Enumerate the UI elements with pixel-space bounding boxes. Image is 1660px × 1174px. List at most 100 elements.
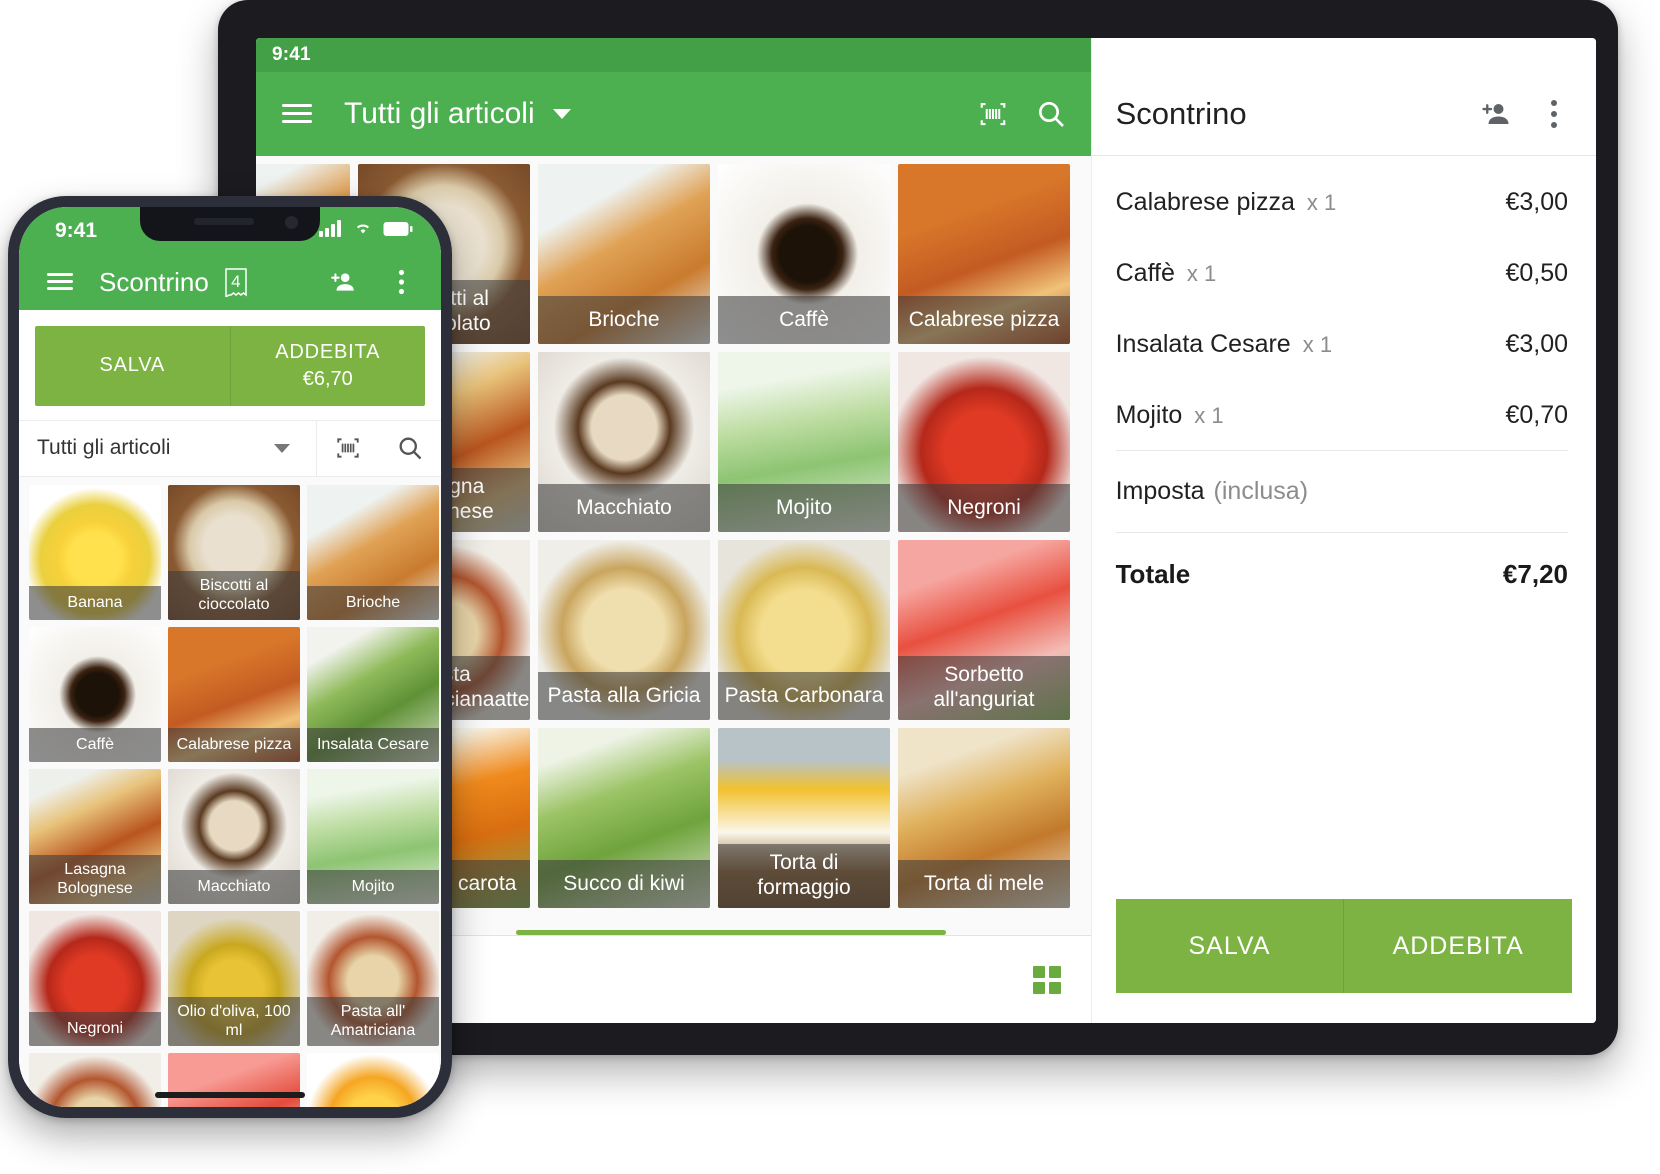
catalog-item[interactable]: Pasta Carbonara: [718, 540, 890, 720]
phone-item[interactable]: Pasta all' Amatriciana: [307, 910, 439, 1046]
phone-item-label: Calabrese pizza: [168, 727, 300, 762]
catalog-item[interactable]: Pasta alla Gricia: [538, 540, 710, 720]
catalog-item[interactable]: Torta di mele: [898, 728, 1070, 908]
tax-note: (inclusa): [1213, 477, 1309, 505]
search-icon[interactable]: [379, 434, 441, 462]
phone-item[interactable]: Insalata Cesare: [307, 626, 439, 762]
charge-label: ADDEBITA: [275, 340, 381, 363]
receipt-pane: Scontrino Calabrese pizza x 1 €3,00 Caff…: [1090, 38, 1596, 1023]
save-label: SALVA: [99, 354, 165, 377]
phone-item-label: Biscotti al cioccolato: [168, 570, 300, 620]
hamburger-menu-icon[interactable]: [282, 104, 312, 124]
save-button[interactable]: SALVA: [1115, 899, 1344, 993]
catalog-item[interactable]: Brioche: [538, 164, 710, 344]
catalog-item[interactable]: Succo di kiwi: [538, 728, 710, 908]
battery-icon: [1544, 44, 1578, 67]
category-filter[interactable]: Tutti gli articoli: [19, 436, 274, 460]
receipt-rows: Calabrese pizza x 1 €3,00 Caffè x 1 €0,50 Insa…: [1116, 166, 1568, 450]
phone-notch: [140, 207, 320, 241]
phone-item[interactable]: [168, 1052, 300, 1107]
phone-item[interactable]: Mojito: [307, 768, 439, 904]
phone-item[interactable]: Brioche: [307, 484, 439, 620]
chevron-down-icon[interactable]: [552, 109, 571, 119]
charge-button[interactable]: ADDEBITA: [1344, 899, 1573, 993]
save-button[interactable]: SALVA: [35, 325, 230, 406]
phone-title: Scontrino: [99, 266, 209, 297]
total-amount: €7,20: [1502, 559, 1568, 589]
barcode-scan-icon[interactable]: [971, 92, 1015, 136]
phone-status-icons: [319, 219, 413, 243]
phone-item[interactable]: Negroni: [29, 910, 161, 1046]
charge-button[interactable]: ADDEBITA €6,70: [230, 325, 425, 406]
receipt-item-name: Mojito: [1115, 401, 1183, 429]
tax-label: Imposta: [1115, 477, 1205, 505]
catalog-item[interactable]: Negroni: [898, 352, 1070, 532]
phone-filter-bar: Tutti gli articoli: [19, 419, 441, 477]
receipt-item-qty: x 1: [1306, 190, 1337, 215]
tablet-status-time: 9:41: [272, 44, 311, 65]
phone-device: 9:41 Scontrino 4 SALVA ADDEBITA €6,70 Tu…: [8, 196, 452, 1118]
catalog-item-label: Pasta Carbonara: [718, 672, 890, 720]
phone-item[interactable]: Calabrese pizza: [168, 626, 300, 762]
receipt-item-row[interactable]: Mojito x 1 €0,70: [1116, 379, 1568, 450]
receipt-actions: SALVA ADDEBITA: [1092, 899, 1596, 1023]
phone-item[interactable]: Biscotti al cioccolato: [168, 484, 300, 620]
catalog-item[interactable]: Caffè: [718, 164, 890, 344]
catalog-item-label: Caffè: [718, 296, 890, 344]
person-add-icon[interactable]: [321, 260, 365, 304]
receipt-item-row[interactable]: Caffè x 1 €0,50: [1116, 237, 1568, 308]
grid-layout-icon[interactable]: [1032, 965, 1061, 994]
receipt-line-items: Calabrese pizza x 1 €3,00 Caffè x 1 €0,50 Insa…: [1092, 156, 1596, 899]
phone-item[interactable]: Banana: [29, 484, 161, 620]
phone-item[interactable]: Macchiato: [168, 768, 300, 904]
catalog-item-label: Brioche: [538, 296, 710, 344]
catalog-item[interactable]: Torta di formaggio: [718, 728, 890, 908]
phone-item[interactable]: Lasagna Bolognese: [29, 768, 161, 904]
chevron-down-icon[interactable]: [274, 443, 290, 453]
catalog-item[interactable]: Calabrese pizza: [898, 164, 1070, 344]
item-thumbnail: [29, 1052, 161, 1107]
phone-action-bar: SALVA ADDEBITA €6,70: [19, 309, 441, 420]
battery-icon: [383, 219, 413, 243]
catalog-item-label: Negroni: [898, 484, 1070, 532]
charge-amount: €6,70: [302, 367, 353, 390]
receipt-item-row[interactable]: Insalata Cesare x 1 €3,00: [1116, 308, 1568, 379]
catalog-item[interactable]: Sorbetto all'anguriat: [898, 540, 1070, 720]
phone-item[interactable]: [307, 1052, 439, 1107]
phone-item-label: Olio d'oliva, 100 ml: [168, 996, 300, 1046]
receipt-item-amount: €3,00: [1505, 330, 1568, 358]
phone-grid-wrapper[interactable]: Banana Biscotti al cioccolato Brioche Caffè…: [19, 476, 441, 1107]
catalog-item[interactable]: Macchiato: [538, 352, 710, 532]
phone-item[interactable]: Olio d'oliva, 100 ml: [168, 910, 300, 1046]
catalog-item-label: Calabrese pizza: [898, 296, 1070, 344]
receipt-item-qty: x 1: [1302, 332, 1333, 357]
catalog-item-label: Torta di formaggio: [718, 844, 890, 908]
catalog-item-label: Pasta alla Gricia: [538, 672, 710, 720]
phone-item[interactable]: Caffè: [29, 626, 161, 762]
receipt-icon[interactable]: 4: [223, 267, 249, 298]
more-vertical-icon[interactable]: [379, 260, 423, 304]
tablet-screen: 9:41 Tutti gli articoli al Brioche Caffè…: [256, 38, 1596, 1023]
receipt-item-amount: €3,00: [1505, 188, 1568, 216]
phone-item[interactable]: [29, 1052, 161, 1107]
phone-item-grid: Banana Biscotti al cioccolato Brioche Caffè…: [29, 484, 441, 1107]
person-add-icon[interactable]: [1474, 92, 1518, 136]
catalog-item[interactable]: Mojito: [718, 352, 890, 532]
search-icon[interactable]: [1029, 92, 1073, 136]
barcode-scan-icon[interactable]: [317, 435, 379, 461]
catalog-item-label: Succo di kiwi: [538, 860, 710, 908]
phone-item-label: Macchiato: [168, 869, 300, 904]
phone-item-label: Insalata Cesare: [307, 727, 439, 762]
receipt-item-name: Caffè: [1115, 259, 1175, 287]
horizontal-scrollbar[interactable]: [516, 930, 946, 935]
item-thumbnail: [168, 1052, 300, 1107]
phone-status-time: 9:41: [55, 218, 98, 242]
hamburger-menu-icon[interactable]: [47, 273, 73, 291]
receipt-status-bar: [1091, 38, 1596, 72]
receipt-item-row[interactable]: Calabrese pizza x 1 €3,00: [1116, 166, 1568, 237]
more-vertical-icon[interactable]: [1532, 92, 1576, 136]
signal-bars-icon: [319, 219, 343, 243]
catalog-item-label: Sorbetto all'anguriat: [898, 656, 1070, 720]
phone-item-label: Banana: [29, 585, 161, 620]
wifi-icon: [352, 219, 374, 243]
